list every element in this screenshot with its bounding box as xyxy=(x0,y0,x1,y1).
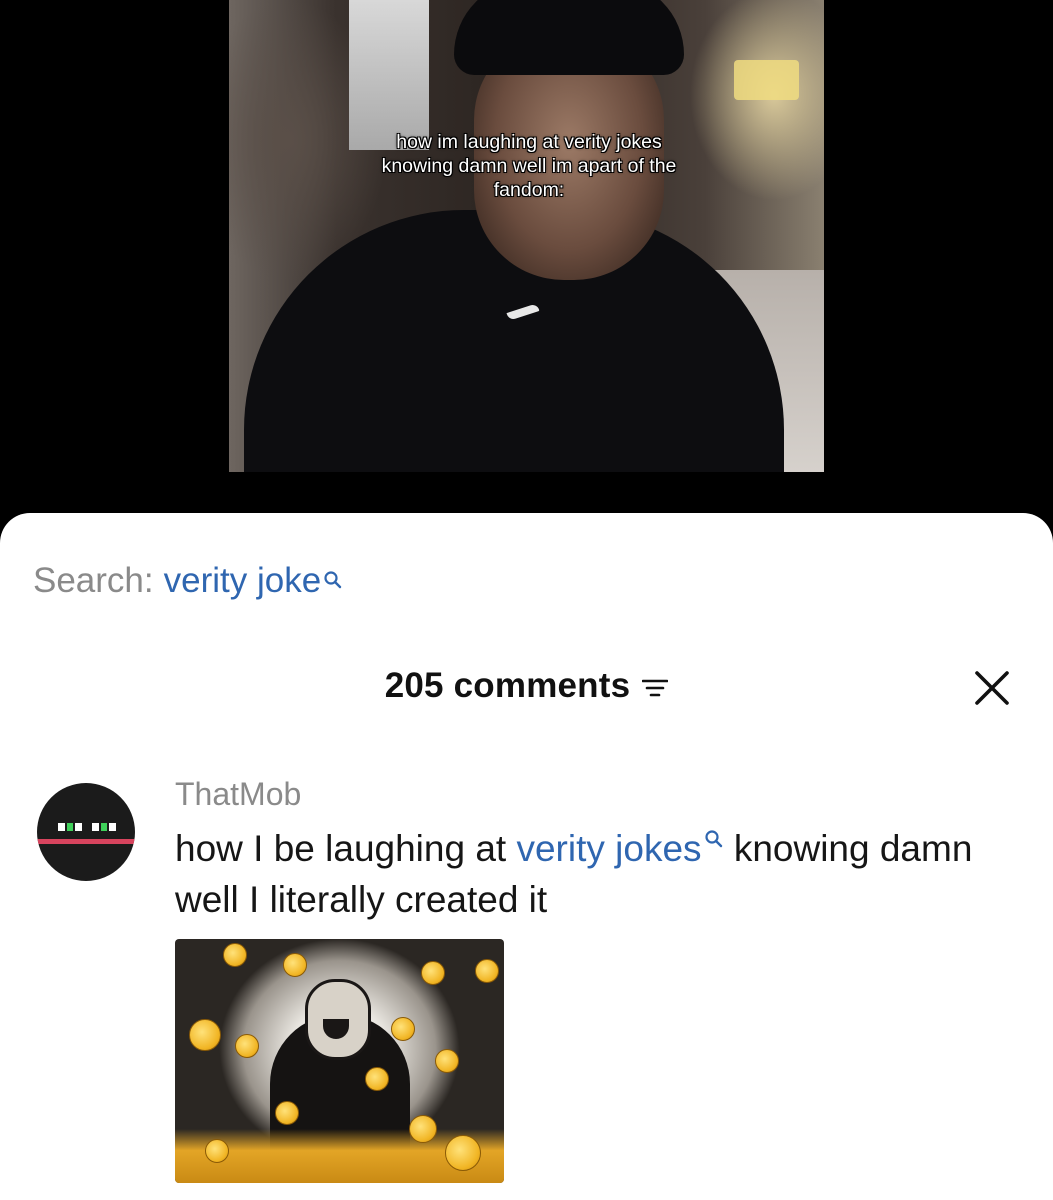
avatar-eyes xyxy=(58,823,117,831)
comment-image[interactable] xyxy=(175,939,504,1183)
laughing-emoji-icon xyxy=(235,1034,259,1058)
video-player[interactable]: how im laughing at verity jokes knowing … xyxy=(0,0,1053,530)
laughing-emoji-icon xyxy=(475,959,499,983)
search-icon[interactable] xyxy=(704,829,724,851)
search-icon[interactable] xyxy=(323,570,343,592)
comment-text-before: how I be laughing at xyxy=(175,828,517,869)
laughing-emoji-icon xyxy=(365,1067,389,1091)
laughing-emoji-icon xyxy=(205,1139,229,1163)
close-icon[interactable] xyxy=(974,670,1010,706)
search-term-link[interactable]: verity joke xyxy=(164,561,322,601)
laughing-emoji-icon xyxy=(283,953,307,977)
video-caption: how im laughing at verity jokes knowing … xyxy=(381,131,677,201)
laughing-emoji-icon xyxy=(435,1049,459,1073)
comments-sheet: Search: verity joke 205 comments ThatMob… xyxy=(0,513,1053,1200)
search-label: Search: xyxy=(33,561,154,600)
comment-username[interactable]: ThatMob xyxy=(175,776,301,813)
laughing-emoji-icon xyxy=(421,961,445,985)
laughing-emoji-icon xyxy=(391,1017,415,1041)
video-frame[interactable]: how im laughing at verity jokes knowing … xyxy=(229,0,824,472)
comment-search-link[interactable]: verity jokes xyxy=(516,828,701,869)
comments-header: 205 comments xyxy=(0,663,1053,709)
avatar[interactable] xyxy=(37,783,135,881)
comment-count: 205 comments xyxy=(384,666,631,705)
laughing-emoji-icon xyxy=(409,1115,437,1143)
sort-icon[interactable] xyxy=(642,677,669,699)
laughing-emoji-icon xyxy=(223,943,247,967)
background-window xyxy=(349,0,429,150)
laughing-emoji-icon xyxy=(445,1135,481,1171)
background-lamp xyxy=(734,60,799,100)
laughing-emoji-icon xyxy=(275,1101,299,1125)
comment-text: how I be laughing at verity jokes knowin… xyxy=(175,823,1035,925)
person-cap xyxy=(454,0,684,75)
laughing-emoji-icon xyxy=(189,1019,221,1051)
avatar-stripe xyxy=(37,839,135,844)
search-suggestion[interactable]: Search: verity joke xyxy=(33,561,343,601)
